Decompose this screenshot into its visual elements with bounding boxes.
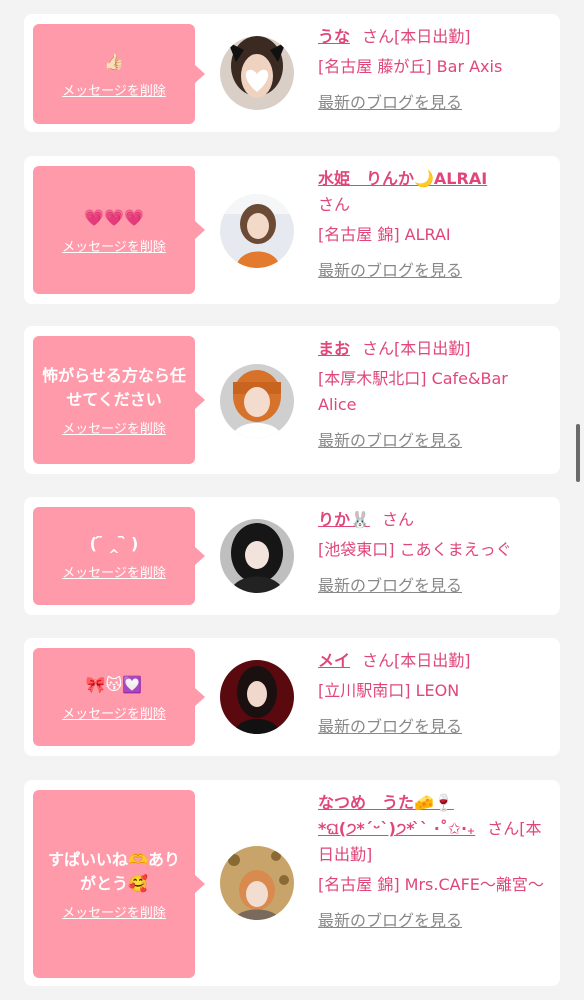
message-card: 💗💗💗 メッセージを削除 水姫 りんか🌙ALRAI さん [名古屋 錦] ALRA… [24,156,560,304]
shop-text: [名古屋 錦] Mrs.CAFE〜離宮〜 [318,875,544,894]
latest-blog-link[interactable]: 最新のブログを見る [318,258,550,284]
cast-suffix: さん[本日出勤] [362,27,471,46]
delete-message-button[interactable]: メッセージを削除 [62,236,166,255]
shop-text: [本厚木駅北口] Cafe&Bar Alice [318,369,508,414]
cast-name-link[interactable]: うな [318,27,350,46]
cast-name-line: まお さん[本日出勤] [318,336,550,362]
delete-message-button[interactable]: メッセージを削除 [62,80,166,99]
latest-blog-link[interactable]: 最新のブログを見る [318,90,550,116]
avatar[interactable] [220,846,294,920]
message-text: すぱいいね🫶ありがとう🥰 [48,849,180,893]
message-bubble: ( ᷇ ‸ ᷆ ) メッセージを削除 [33,507,205,605]
message-bubble: 怖がらせる方なら任せてください メッセージを削除 [33,336,205,464]
latest-blog-link[interactable]: 最新のブログを見る [318,908,550,934]
cast-suffix: さん[本日出勤] [362,651,471,670]
message-bubble: 🎀😽💟 メッセージを削除 [33,648,205,746]
cast-name-line: なつめ うた🧀🍷*ଘ(੭*ˊᵕˋ)੭* ̀ˋ ·˚✩‧₊ さん[本日出勤] [318,790,550,868]
cast-name-link[interactable]: なつめ うた🧀🍷*ଘ(੭*ˊᵕˋ)੭* ̀ˋ ·˚✩‧₊ [318,793,475,838]
cast-info: まお さん[本日出勤] [本厚木駅北口] Cafe&Bar Alice 最新のブロ… [318,336,550,454]
message-text: 怖がらせる方なら任せてください [42,365,186,409]
person-avatar-icon [220,660,294,734]
shop-text: [池袋東口] こあくまえっぐ [318,540,512,559]
person-avatar-icon [220,846,294,920]
avatar[interactable] [220,519,294,593]
cast-name-link[interactable]: 水姫 りんか🌙ALRAI [318,169,487,188]
cast-info: 水姫 りんか🌙ALRAI さん [名古屋 錦] ALRAI 最新のブログを見る [318,166,550,284]
message-text: 💗💗💗 [84,207,144,227]
message-card: 👍🏻 メッセージを削除 うな さん[本日出勤] [名古屋 藤が丘] Bar Axi… [24,14,560,132]
message-card: 🎀😽💟 メッセージを削除 メイ さん[本日出勤] [立川駅南口] LEON 最新の… [24,638,560,756]
latest-blog-link[interactable]: 最新のブログを見る [318,573,550,599]
message-text: 👍🏻 [104,51,124,71]
shop-text: [名古屋 錦] ALRAI [318,225,451,244]
cast-name-line: メイ さん[本日出勤] [318,648,550,674]
cast-name-line: 水姫 りんか🌙ALRAI さん [318,166,550,218]
delete-message-button[interactable]: メッセージを削除 [62,418,166,437]
message-bubble: 👍🏻 メッセージを削除 [33,24,205,124]
shop-text: [名古屋 藤が丘] Bar Axis [318,57,503,76]
person-avatar-icon [220,364,294,438]
latest-blog-link[interactable]: 最新のブログを見る [318,428,550,454]
avatar[interactable] [220,660,294,734]
delete-message-button[interactable]: メッセージを削除 [62,703,166,722]
message-text: ( ᷇ ‸ ᷆ ) [89,533,139,553]
message-bubble: 💗💗💗 メッセージを削除 [33,166,205,294]
message-card: すぱいいね🫶ありがとう🥰 メッセージを削除 なつめ うた🧀🍷*ଘ(੭*ˊᵕˋ)੭… [24,780,560,986]
cast-info: メイ さん[本日出勤] [立川駅南口] LEON 最新のブログを見る [318,648,550,740]
cast-info: なつめ うた🧀🍷*ଘ(੭*ˊᵕˋ)੭* ̀ˋ ·˚✩‧₊ さん[本日出勤] [名古… [318,790,550,934]
latest-blog-link[interactable]: 最新のブログを見る [318,714,550,740]
message-card: 怖がらせる方なら任せてください メッセージを削除 まお さん[本日出勤] [本厚木… [24,326,560,474]
delete-message-button[interactable]: メッセージを削除 [62,902,166,921]
person-avatar-icon [220,194,294,268]
avatar[interactable] [220,36,294,110]
heart-sticker-avatar-icon [220,36,294,110]
cast-name-line: うな さん[本日出勤] [318,24,550,50]
cast-name-link[interactable]: メイ [318,651,350,670]
message-card: ( ᷇ ‸ ᷆ ) メッセージを削除 りか🐰 さん [池袋東口] こあくまえっぐ … [24,497,560,615]
avatar[interactable] [220,194,294,268]
cast-name-link[interactable]: まお [318,339,350,358]
cast-info: りか🐰 さん [池袋東口] こあくまえっぐ 最新のブログを見る [318,507,550,599]
person-avatar-icon [220,519,294,593]
cast-suffix: さん[本日出勤] [362,339,471,358]
avatar[interactable] [220,364,294,438]
message-bubble: すぱいいね🫶ありがとう🥰 メッセージを削除 [33,790,205,978]
cast-info: うな さん[本日出勤] [名古屋 藤が丘] Bar Axis 最新のブログを見る [318,24,550,116]
shop-text: [立川駅南口] LEON [318,681,460,700]
cast-name-line: りか🐰 さん [318,507,550,533]
cast-suffix: さん [318,195,351,214]
cast-name-link[interactable]: りか🐰 [318,510,370,529]
cast-suffix: さん [381,510,414,529]
scrollbar[interactable] [576,424,580,482]
message-text: 🎀😽💟 [85,674,143,694]
delete-message-button[interactable]: メッセージを削除 [62,562,166,581]
